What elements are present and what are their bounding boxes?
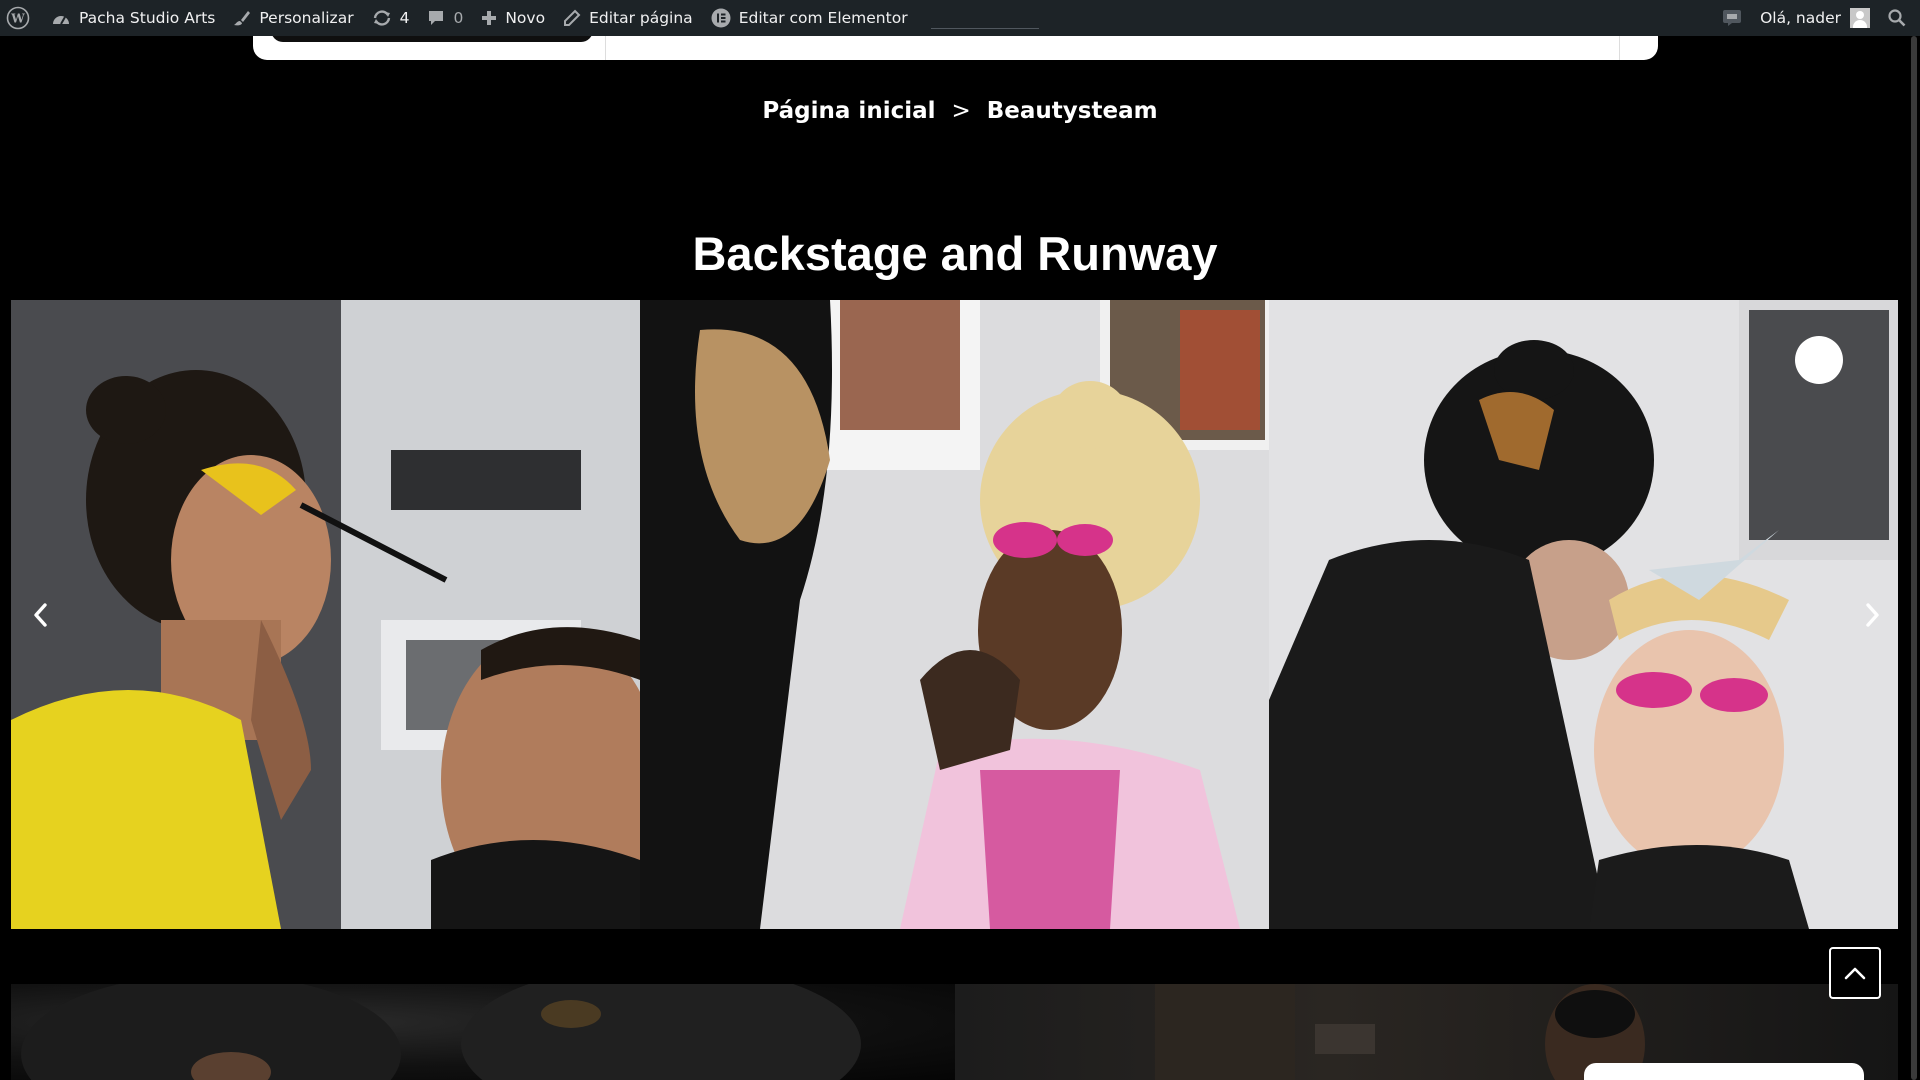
photo-illustration — [640, 300, 1269, 929]
pencil-icon — [563, 9, 581, 27]
breadcrumb-current: Beautysteam — [986, 98, 1158, 124]
notification-bubble-icon — [1723, 10, 1742, 26]
new-label: Novo — [505, 9, 546, 27]
breadcrumb: Página inicial > Beautysteam — [0, 98, 1920, 124]
edit-page-button[interactable]: Editar página — [554, 0, 702, 36]
wp-admin-bar: W Pacha Studio Arts Personalizar 4 0 Nov… — [0, 0, 1920, 36]
notifications-button[interactable] — [1713, 0, 1751, 36]
gallery-image-dark-portrait[interactable] — [11, 984, 955, 1080]
page-scrollbar[interactable] — [1908, 36, 1920, 1080]
comment-icon — [427, 9, 445, 27]
svg-text:W: W — [10, 12, 25, 26]
wordpress-icon: W — [6, 6, 30, 30]
updates-count: 4 — [399, 9, 410, 27]
carousel-prev-button[interactable] — [25, 598, 55, 632]
site-name-label: Pacha Studio Arts — [79, 9, 216, 27]
carousel-image-makeup-pink[interactable] — [640, 300, 1269, 929]
customize-button[interactable]: Personalizar — [224, 0, 362, 36]
customize-label: Personalizar — [259, 9, 354, 27]
image-carousel — [11, 300, 1898, 929]
elementor-label: Editar com Elementor — [738, 9, 908, 27]
carousel-image-makeup-yellow[interactable] — [11, 300, 640, 929]
admin-search-button[interactable] — [1879, 0, 1920, 36]
search-icon — [1888, 9, 1906, 27]
chat-widget-tab[interactable] — [1584, 1063, 1864, 1080]
chevron-up-icon — [1844, 967, 1866, 980]
carousel-next-button[interactable] — [1858, 598, 1888, 632]
refresh-icon — [372, 9, 392, 27]
greeting-label: Olá, nader — [1760, 9, 1841, 27]
plus-icon — [481, 10, 497, 26]
dashboard-gauge-icon — [51, 10, 71, 26]
wordpress-logo-button[interactable]: W — [0, 0, 42, 36]
photo-illustration — [21, 984, 861, 1080]
edit-with-elementor-button[interactable]: Editar com Elementor — [702, 0, 917, 36]
back-to-top-button[interactable] — [1829, 947, 1881, 999]
comments-count: 0 — [453, 9, 464, 27]
breadcrumb-home-link[interactable]: Página inicial — [762, 98, 935, 124]
section-title: Backstage and Runway — [692, 227, 1218, 280]
scrollbar-thumb[interactable] — [1911, 36, 1917, 1080]
updates-button[interactable]: 4 — [363, 0, 419, 36]
paintbrush-icon — [233, 9, 251, 27]
site-name-menu[interactable]: Pacha Studio Arts — [42, 0, 224, 36]
my-account-menu[interactable]: Olá, nader — [1751, 0, 1879, 36]
photo-illustration — [11, 300, 640, 929]
chevron-left-icon — [34, 603, 47, 627]
carousel-image-makeup-brows[interactable] — [1269, 300, 1898, 929]
photo-illustration — [1269, 300, 1898, 929]
edit-page-label: Editar página — [589, 9, 693, 27]
chevron-right-icon — [1866, 603, 1879, 627]
breadcrumb-separator: > — [951, 98, 971, 124]
avatar — [1850, 8, 1870, 28]
elementor-icon — [711, 8, 731, 28]
new-content-button[interactable]: Novo — [472, 0, 554, 36]
admin-bar-divider — [930, 28, 1039, 29]
comments-button[interactable]: 0 — [418, 0, 472, 36]
